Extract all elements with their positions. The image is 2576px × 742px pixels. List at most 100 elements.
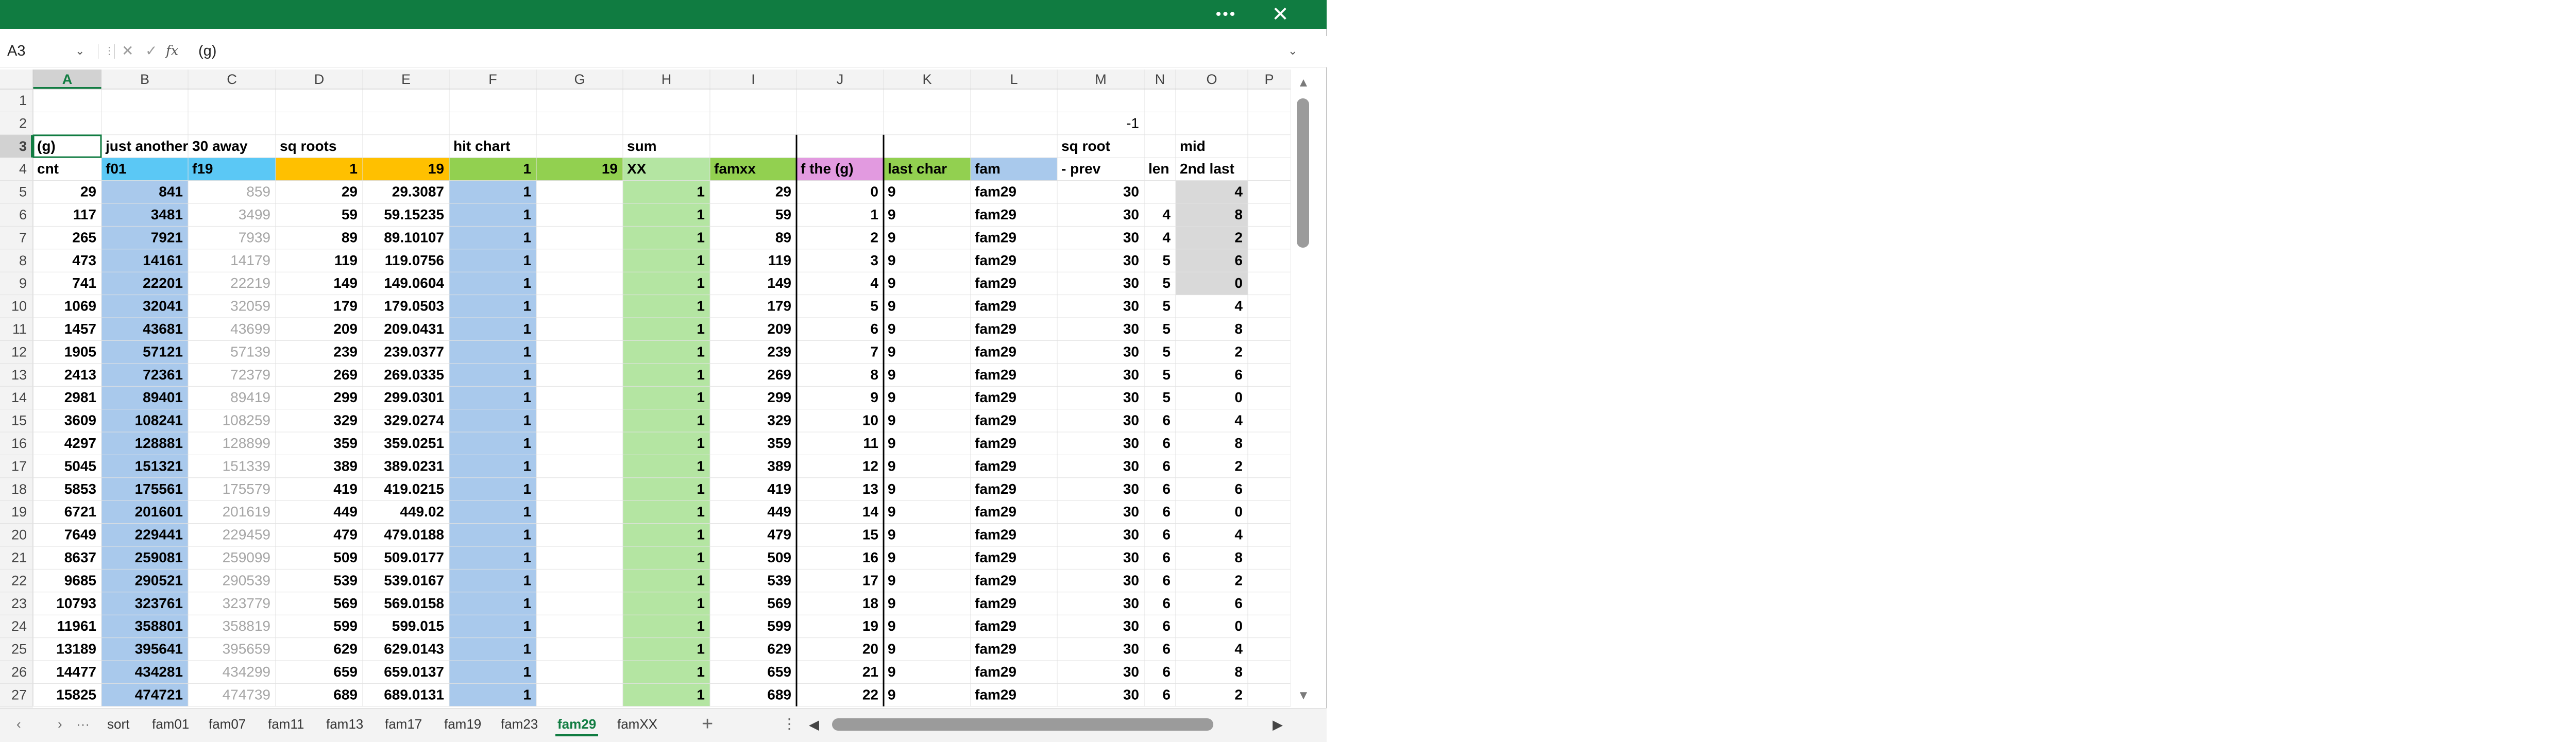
- cell-j6[interactable]: 1: [870, 206, 878, 222]
- cell-e19[interactable]: 449.02: [400, 504, 444, 520]
- header-cell-l4[interactable]: fam: [975, 161, 1001, 177]
- row-header-6[interactable]: 6: [19, 207, 27, 222]
- cell-l7[interactable]: fam29: [975, 229, 1016, 245]
- cell-f22[interactable]: 1: [523, 572, 531, 588]
- cell-j14[interactable]: 9: [870, 389, 878, 405]
- sheet-tab-fam29[interactable]: fam29: [555, 715, 599, 736]
- cell-m27[interactable]: 30: [1123, 686, 1139, 702]
- cell-j17[interactable]: 12: [862, 458, 878, 474]
- cell-f10[interactable]: 1: [523, 298, 531, 314]
- cell-f25[interactable]: 1: [523, 641, 531, 657]
- cell-f17[interactable]: 1: [523, 458, 531, 474]
- cell-c20[interactable]: 229459: [223, 527, 270, 543]
- cell-a19[interactable]: 6721: [64, 504, 96, 520]
- cell-b17[interactable]: 151321: [135, 458, 183, 474]
- cell-d27[interactable]: 689: [333, 686, 358, 702]
- column-header-a[interactable]: A: [62, 72, 73, 87]
- column-header-j[interactable]: J: [837, 72, 844, 87]
- cell-f13[interactable]: 1: [523, 367, 531, 383]
- cell-l19[interactable]: fam29: [975, 504, 1016, 520]
- cell-l8[interactable]: fam29: [975, 252, 1016, 268]
- sheet-tab-fam19[interactable]: fam19: [444, 715, 481, 733]
- cell-h13[interactable]: 1: [697, 367, 705, 383]
- column-header-i[interactable]: I: [751, 72, 755, 87]
- cell-f6[interactable]: 1: [523, 206, 531, 222]
- cell-f19[interactable]: 1: [523, 504, 531, 520]
- row-header-19[interactable]: 19: [11, 504, 27, 520]
- cell-n9[interactable]: 5: [1162, 275, 1171, 291]
- cell-n26[interactable]: 6: [1162, 664, 1171, 680]
- cell-j23[interactable]: 18: [862, 595, 878, 611]
- cell-k19[interactable]: 9: [888, 504, 896, 520]
- row-header-7[interactable]: 7: [19, 230, 27, 245]
- add-sheet-button[interactable]: +: [702, 709, 713, 739]
- cell-d16[interactable]: 359: [333, 435, 358, 451]
- cell-m8[interactable]: 30: [1123, 252, 1139, 268]
- cell-h18[interactable]: 1: [697, 481, 705, 497]
- cell-h19[interactable]: 1: [697, 504, 705, 520]
- cell-c19[interactable]: 201619: [223, 504, 270, 520]
- cell-a8[interactable]: 473: [72, 252, 96, 268]
- cell-m23[interactable]: 30: [1123, 595, 1139, 611]
- cell-f9[interactable]: 1: [523, 275, 531, 291]
- header-cell-b3[interactable]: just another 30 away: [105, 138, 248, 154]
- cell-k23[interactable]: 9: [888, 595, 896, 611]
- row-header-22[interactable]: 22: [11, 573, 27, 588]
- cell-m24[interactable]: 30: [1123, 618, 1139, 634]
- horizontal-scroll-thumb[interactable]: [832, 718, 1213, 731]
- formula-input[interactable]: (g): [198, 40, 216, 62]
- cell-c27[interactable]: 474739: [223, 686, 270, 702]
- cell-e7[interactable]: 89.10107: [384, 229, 444, 245]
- cell-c10[interactable]: 32059: [230, 298, 270, 314]
- scroll-right-icon[interactable]: ▶: [1273, 714, 1283, 735]
- cell-c8[interactable]: 14179: [230, 252, 270, 268]
- row-header-23[interactable]: 23: [11, 596, 27, 611]
- cell-k10[interactable]: 9: [888, 298, 896, 314]
- cell-h22[interactable]: 1: [697, 572, 705, 588]
- cell-i17[interactable]: 389: [767, 458, 791, 474]
- cell-c9[interactable]: 22219: [230, 275, 270, 291]
- header-cell-m4[interactable]: - prev: [1061, 161, 1101, 177]
- cell-c7[interactable]: 7939: [239, 229, 270, 245]
- cell-m22[interactable]: 30: [1123, 572, 1139, 588]
- column-header-m[interactable]: M: [1095, 72, 1107, 87]
- cell-a16[interactable]: 4297: [64, 435, 96, 451]
- sheet-tab-fam11[interactable]: fam11: [268, 715, 304, 733]
- more-sheets-icon[interactable]: ···: [76, 709, 90, 739]
- cell-m9[interactable]: 30: [1123, 275, 1139, 291]
- cell-o8[interactable]: 6: [1234, 252, 1243, 268]
- cell-m21[interactable]: 30: [1123, 549, 1139, 565]
- cell-h8[interactable]: 1: [697, 252, 705, 268]
- cell-i20[interactable]: 479: [767, 527, 791, 543]
- cell-j9[interactable]: 4: [870, 275, 878, 291]
- cell-e23[interactable]: 569.0158: [384, 595, 444, 611]
- cell-k13[interactable]: 9: [888, 367, 896, 383]
- row-header-18[interactable]: 18: [11, 481, 27, 497]
- cell-l10[interactable]: fam29: [975, 298, 1016, 314]
- cell-d19[interactable]: 449: [333, 504, 358, 520]
- cell-k17[interactable]: 9: [888, 458, 896, 474]
- cell-c21[interactable]: 259099: [223, 549, 270, 565]
- cell-b23[interactable]: 323761: [135, 595, 183, 611]
- cell-o19[interactable]: 0: [1234, 504, 1243, 520]
- cell-h9[interactable]: 1: [697, 275, 705, 291]
- row-header-1[interactable]: 1: [19, 93, 27, 108]
- cell-o21[interactable]: 8: [1234, 549, 1243, 565]
- cell-i15[interactable]: 329: [767, 412, 791, 428]
- cell-f21[interactable]: 1: [523, 549, 531, 565]
- cell-l22[interactable]: fam29: [975, 572, 1016, 588]
- cell-n7[interactable]: 4: [1162, 229, 1171, 245]
- cell-b22[interactable]: 290521: [135, 572, 183, 588]
- cell-m11[interactable]: 30: [1123, 321, 1139, 337]
- cell-b21[interactable]: 259081: [135, 549, 183, 565]
- cell-m25[interactable]: 30: [1123, 641, 1139, 657]
- cell-a12[interactable]: 1905: [64, 343, 96, 359]
- insert-function-icon[interactable]: fx: [166, 40, 178, 62]
- cell-d14[interactable]: 299: [333, 389, 358, 405]
- cell-o14[interactable]: 0: [1234, 389, 1243, 405]
- cell-h15[interactable]: 1: [697, 412, 705, 428]
- cell-j27[interactable]: 22: [862, 686, 878, 702]
- cell-n6[interactable]: 4: [1162, 206, 1171, 222]
- cell-k11[interactable]: 9: [888, 321, 896, 337]
- column-header-h[interactable]: H: [662, 72, 672, 87]
